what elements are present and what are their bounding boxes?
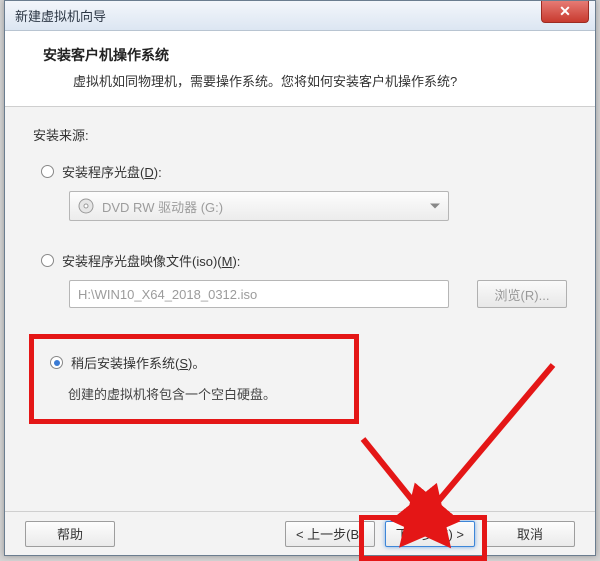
page-subtitle: 虚拟机如同物理机，需要操作系统。您将如何安装客户机操作系统?	[43, 71, 567, 90]
back-button[interactable]: < 上一步(B)	[285, 521, 375, 547]
close-icon: ✕	[559, 3, 571, 20]
option-iso-file-label: 安装程序光盘映像文件(iso)(M):	[62, 251, 240, 270]
chevron-down-icon	[430, 204, 440, 209]
iso-path-value: H:\WIN10_X64_2018_0312.iso	[78, 287, 257, 302]
cancel-button[interactable]: 取消	[485, 521, 575, 547]
wizard-footer: 帮助 < 上一步(B) 下一步(N) > 取消	[5, 511, 595, 555]
close-button[interactable]: ✕	[541, 1, 589, 23]
option-iso-file[interactable]: 安装程序光盘映像文件(iso)(M):	[33, 251, 567, 270]
radio-iso-file[interactable]	[41, 254, 54, 267]
install-source-label: 安装来源:	[33, 125, 567, 144]
wizard-window: 新建虚拟机向导 ✕ 安装客户机操作系统 虚拟机如同物理机，需要操作系统。您将如何…	[4, 0, 596, 556]
wizard-header: 安装客户机操作系统 虚拟机如同物理机，需要操作系统。您将如何安装客户机操作系统?	[5, 31, 595, 107]
iso-path-field[interactable]: H:\WIN10_X64_2018_0312.iso	[69, 280, 449, 308]
install-later-hint: 创建的虚拟机将包含一个空白硬盘。	[50, 384, 338, 403]
disc-drive-value: DVD RW 驱动器 (G:)	[102, 197, 223, 216]
dvd-icon	[78, 198, 94, 214]
radio-install-later[interactable]	[50, 356, 63, 369]
highlight-later-option: 稍后安装操作系统(S)。 创建的虚拟机将包含一个空白硬盘。	[29, 334, 359, 424]
radio-installer-disc[interactable]	[41, 165, 54, 178]
option-installer-disc[interactable]: 安装程序光盘(D):	[33, 162, 567, 181]
wizard-body: 安装来源: 安装程序光盘(D): DVD RW 驱动器 (G:) 安装程序光盘映…	[5, 107, 595, 521]
option-install-later-label: 稍后安装操作系统(S)。	[71, 353, 205, 372]
disc-drive-dropdown[interactable]: DVD RW 驱动器 (G:)	[69, 191, 449, 221]
window-title: 新建虚拟机向导	[15, 6, 106, 25]
page-title: 安装客户机操作系统	[43, 45, 567, 65]
option-install-later[interactable]: 稍后安装操作系统(S)。	[50, 353, 338, 372]
titlebar: 新建虚拟机向导 ✕	[5, 1, 595, 31]
help-button[interactable]: 帮助	[25, 521, 115, 547]
option-installer-disc-label: 安装程序光盘(D):	[62, 162, 162, 181]
next-button[interactable]: 下一步(N) >	[385, 521, 475, 547]
browse-button[interactable]: 浏览(R)...	[477, 280, 567, 308]
